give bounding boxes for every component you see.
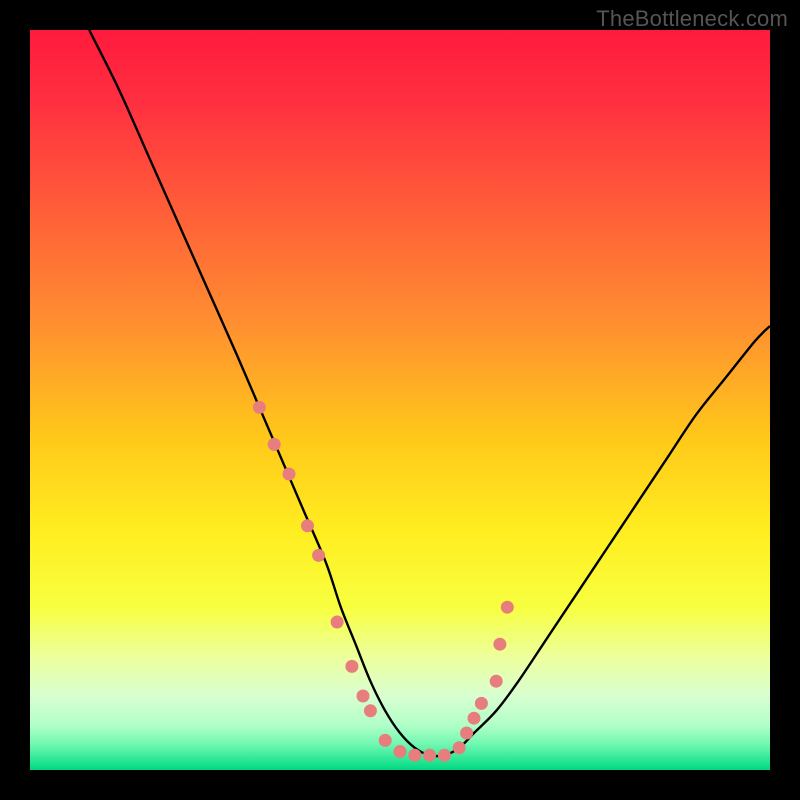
highlight-dot: [493, 638, 506, 651]
outer-black-frame: TheBottleneck.com: [0, 0, 800, 800]
highlight-dot: [394, 745, 407, 758]
highlight-dot: [438, 749, 451, 762]
highlight-dot: [301, 519, 314, 532]
highlight-dot: [379, 734, 392, 747]
highlight-dot: [312, 549, 325, 562]
highlight-dot: [283, 468, 296, 481]
highlight-dot: [460, 727, 473, 740]
highlight-dot: [253, 401, 266, 414]
highlight-dot: [268, 438, 281, 451]
highlight-dot: [475, 697, 488, 710]
highlight-dot: [501, 601, 514, 614]
highlight-dot: [364, 704, 377, 717]
highlight-dot: [331, 616, 344, 629]
highlight-dot: [423, 749, 436, 762]
highlight-dot: [490, 675, 503, 688]
highlight-dot: [357, 690, 370, 703]
plot-area: [30, 30, 770, 770]
highlight-dot: [468, 712, 481, 725]
bottleneck-curve: [30, 30, 770, 770]
highlight-dot: [453, 741, 466, 754]
highlight-dot: [408, 749, 421, 762]
highlight-dot: [345, 660, 358, 673]
watermark-text: TheBottleneck.com: [596, 6, 788, 32]
